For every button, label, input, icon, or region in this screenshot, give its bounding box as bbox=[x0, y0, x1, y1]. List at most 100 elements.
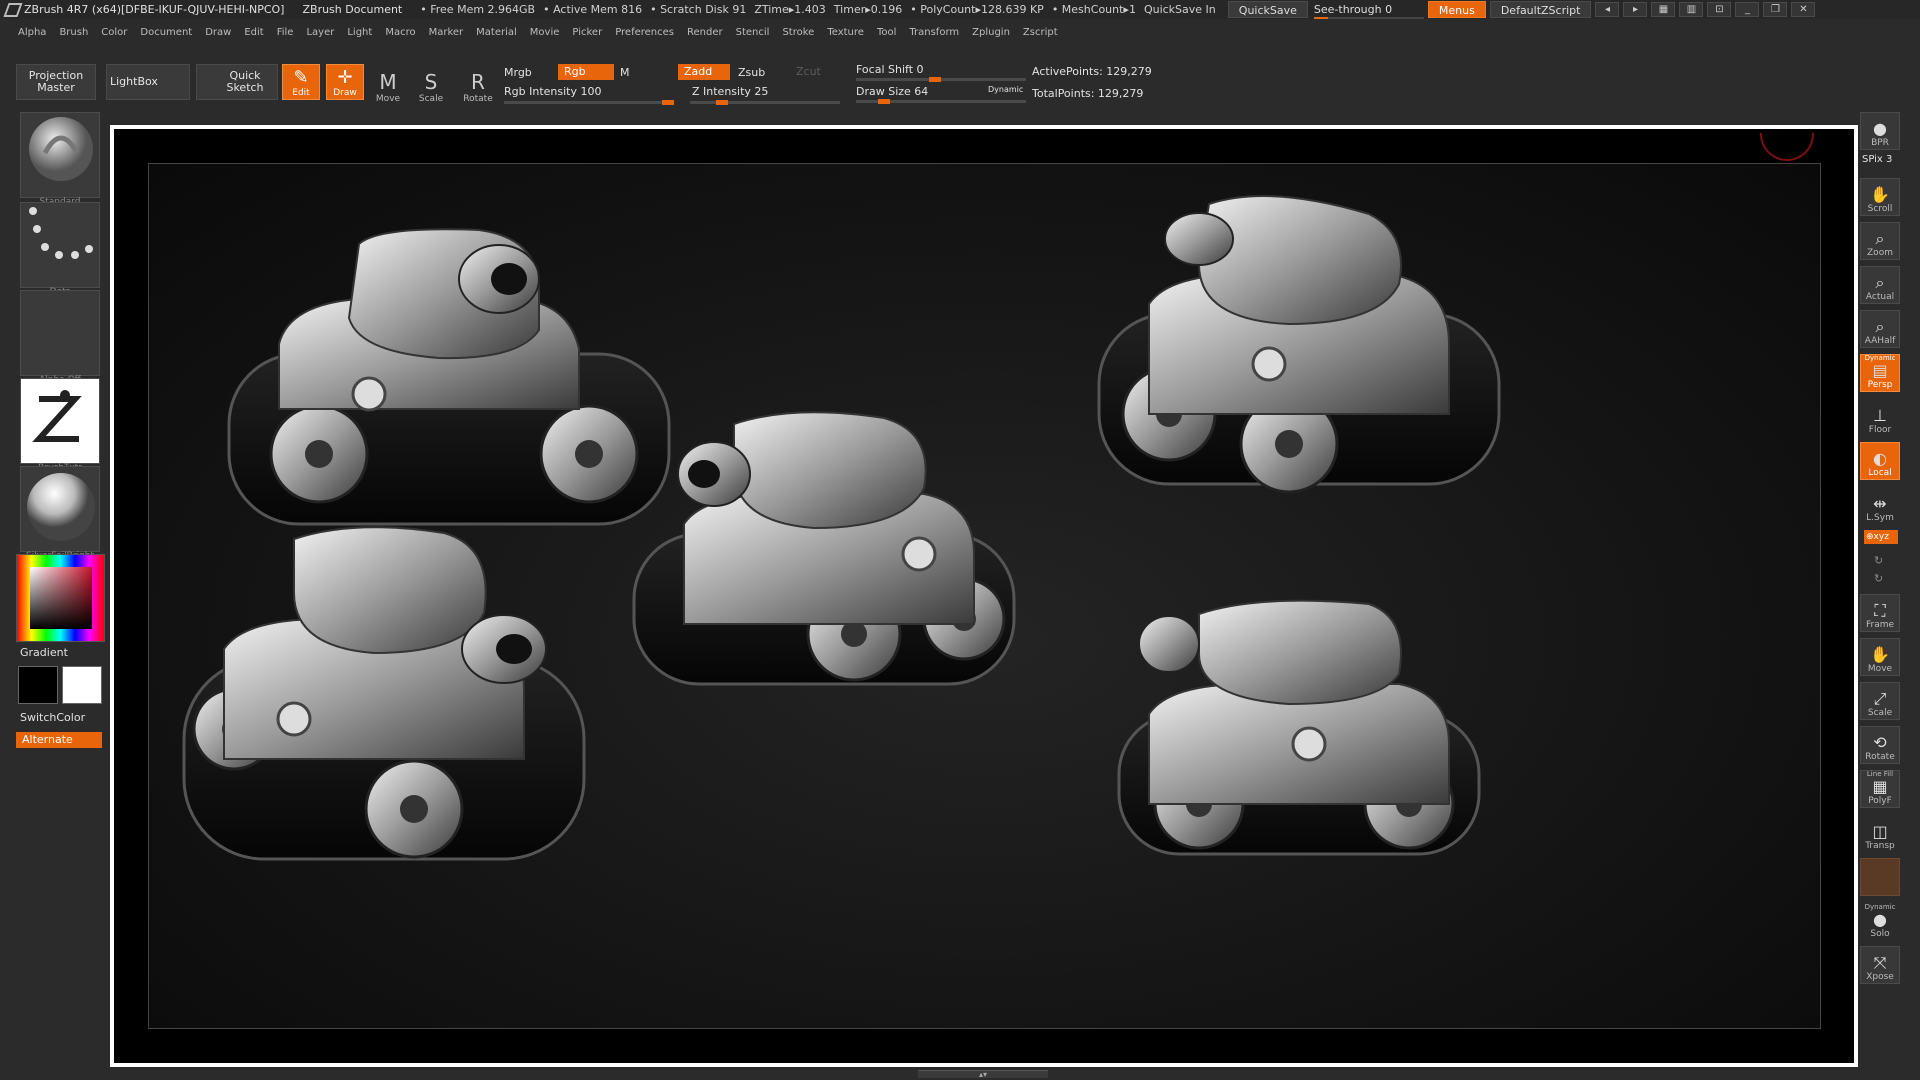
menu-transform[interactable]: Transform bbox=[909, 27, 959, 38]
lock-icon[interactable]: ⊡ bbox=[1707, 2, 1732, 17]
bpr-button[interactable]: ● BPR bbox=[1860, 112, 1900, 150]
menu-stroke[interactable]: Stroke bbox=[782, 27, 814, 38]
secondary-color-swatch[interactable] bbox=[18, 666, 58, 704]
menu-document[interactable]: Document bbox=[140, 27, 192, 38]
draw-button[interactable]: ✛ Draw bbox=[326, 64, 364, 100]
close-icon[interactable]: ✕ bbox=[1791, 2, 1816, 17]
m-button[interactable]: M bbox=[620, 66, 630, 79]
menu-texture[interactable]: Texture bbox=[827, 27, 864, 38]
aahalf-button[interactable]: ⌕ AAHalf bbox=[1860, 310, 1900, 348]
xpose-button[interactable]: ⤧ Xpose bbox=[1860, 946, 1900, 984]
scale-view-button[interactable]: ⤢ Scale bbox=[1860, 682, 1900, 720]
stroke-thumbnail[interactable]: Dots bbox=[20, 202, 100, 297]
rotate-z-icon[interactable]: ↻ bbox=[1874, 572, 1883, 585]
move-view-button[interactable]: ✋ Move bbox=[1860, 638, 1900, 676]
menu-color[interactable]: Color bbox=[101, 27, 127, 38]
color-picker[interactable] bbox=[16, 554, 105, 642]
menu-render[interactable]: Render bbox=[687, 27, 723, 38]
bottom-tray-toggle[interactable]: ▴▾ bbox=[918, 1070, 1048, 1079]
scroll-button[interactable]: ✋ Scroll bbox=[1860, 178, 1900, 216]
menu-layer[interactable]: Layer bbox=[306, 27, 334, 38]
camera-indicator-icon bbox=[1760, 133, 1814, 161]
zcut-button[interactable]: Zcut bbox=[790, 64, 827, 80]
menus-button[interactable]: Menus bbox=[1427, 1, 1486, 18]
rotate-label: Rotate bbox=[463, 94, 493, 104]
rgb-button[interactable]: Rgb bbox=[558, 64, 614, 80]
menu-material[interactable]: Material bbox=[476, 27, 517, 38]
layout-next-icon[interactable]: ▸ bbox=[1623, 2, 1648, 17]
actual-button[interactable]: ⌕ Actual bbox=[1860, 266, 1900, 304]
menu-stencil[interactable]: Stencil bbox=[736, 27, 770, 38]
alpha-thumbnail[interactable]: Alpha Off bbox=[20, 290, 100, 385]
default-zscript-button[interactable]: DefaultZScript bbox=[1489, 1, 1592, 18]
brush-thumbnail[interactable]: Standard bbox=[20, 112, 100, 207]
menu-marker[interactable]: Marker bbox=[429, 27, 464, 38]
menu-preferences[interactable]: Preferences bbox=[615, 27, 674, 38]
draw-label: Draw bbox=[333, 88, 357, 98]
zoom-label: Zoom bbox=[1867, 248, 1893, 258]
layout-prev-icon[interactable]: ◂ bbox=[1595, 2, 1620, 17]
frame-button[interactable]: ⛶ Frame bbox=[1860, 594, 1900, 632]
meshcount: • MeshCount▸1 bbox=[1051, 3, 1136, 16]
tank-model-view-3 bbox=[632, 411, 1016, 686]
viewport-canvas[interactable] bbox=[114, 129, 1854, 1063]
menu-edit[interactable]: Edit bbox=[244, 27, 263, 38]
menu-alpha[interactable]: Alpha bbox=[18, 27, 46, 38]
focal-shift-slider[interactable] bbox=[856, 77, 1026, 82]
menu-file[interactable]: File bbox=[277, 27, 294, 38]
rotate-view-button[interactable]: ⟲ Rotate bbox=[1860, 726, 1900, 764]
menu-tool[interactable]: Tool bbox=[877, 27, 896, 38]
material-thumbnail[interactable]: SilverFoilBright bbox=[20, 466, 100, 561]
main-color-swatch[interactable] bbox=[62, 666, 102, 704]
projection-master-button[interactable]: Projection Master bbox=[16, 64, 96, 100]
menu-brush[interactable]: Brush bbox=[59, 27, 88, 38]
layout-split-icon[interactable]: ▥ bbox=[1679, 2, 1704, 17]
active-points: ActivePoints: 129,279 bbox=[1032, 65, 1152, 78]
rotate-button[interactable]: R Rotate bbox=[458, 62, 498, 104]
persp-button[interactable]: Dynamic ▤ Persp bbox=[1860, 354, 1900, 392]
draw-size-slider[interactable] bbox=[856, 99, 1026, 104]
scale-view-label: Scale bbox=[1867, 708, 1893, 718]
gradient-label[interactable]: Gradient bbox=[20, 646, 68, 659]
z-intensity-slider[interactable] bbox=[690, 100, 840, 105]
menu-macro[interactable]: Macro bbox=[385, 27, 415, 38]
scroll-icon: ✋ bbox=[1870, 185, 1890, 204]
menu-zscript[interactable]: Zscript bbox=[1023, 27, 1058, 38]
mrgb-button[interactable]: Mrgb bbox=[504, 66, 532, 79]
move-button[interactable]: M Move bbox=[368, 62, 408, 104]
menu-picker[interactable]: Picker bbox=[572, 27, 602, 38]
document-area[interactable] bbox=[148, 163, 1821, 1029]
transp-button[interactable]: ◫ Transp bbox=[1860, 814, 1900, 852]
menu-light[interactable]: Light bbox=[347, 27, 372, 38]
total-points: TotalPoints: 129,279 bbox=[1032, 87, 1144, 100]
solo-button[interactable]: Dynamic ● Solo bbox=[1860, 902, 1900, 940]
quick-sketch-button[interactable]: Quick Sketch bbox=[196, 64, 278, 100]
see-through-slider[interactable]: See-through 0 bbox=[1313, 3, 1424, 19]
menu-movie[interactable]: Movie bbox=[530, 27, 560, 38]
lightbox-button[interactable]: LightBox bbox=[106, 64, 190, 100]
switchcolor-button[interactable]: SwitchColor bbox=[20, 711, 85, 724]
lsym-button[interactable]: ⇹ L.Sym bbox=[1860, 486, 1900, 524]
alternate-button[interactable]: Alternate bbox=[16, 732, 102, 748]
minimize-icon[interactable]: _ bbox=[1735, 2, 1760, 17]
scale-button[interactable]: S Scale bbox=[411, 62, 451, 104]
layout-grid-icon[interactable]: ▦ bbox=[1651, 2, 1676, 17]
local-button[interactable]: ◐ Local bbox=[1860, 442, 1900, 480]
rotate-y-icon[interactable]: ↻ bbox=[1874, 554, 1883, 567]
zadd-button[interactable]: Zadd bbox=[678, 64, 730, 80]
polyf-button[interactable]: Line Fill ▦ PolyF bbox=[1860, 770, 1900, 808]
ghost-button[interactable] bbox=[1860, 858, 1900, 896]
rgb-intensity-slider[interactable] bbox=[504, 100, 674, 105]
zoom-button[interactable]: ⌕ Zoom bbox=[1860, 222, 1900, 260]
zsub-button[interactable]: Zsub bbox=[738, 66, 765, 79]
spix-slider[interactable]: SPix 3 bbox=[1862, 154, 1892, 165]
texture-thumbnail[interactable]: BrushTxtr bbox=[20, 378, 100, 473]
dynamic-toggle[interactable]: Dynamic bbox=[988, 85, 1023, 94]
quicksave-button[interactable]: QuickSave bbox=[1227, 1, 1308, 18]
restore-icon[interactable]: ❐ bbox=[1763, 2, 1788, 17]
floor-button[interactable]: ⊥ Floor bbox=[1860, 398, 1900, 436]
edit-button[interactable]: ✎ Edit bbox=[282, 64, 320, 100]
menu-zplugin[interactable]: Zplugin bbox=[972, 27, 1010, 38]
xyz-button[interactable]: ⊕xyz bbox=[1864, 530, 1898, 544]
menu-draw[interactable]: Draw bbox=[205, 27, 231, 38]
